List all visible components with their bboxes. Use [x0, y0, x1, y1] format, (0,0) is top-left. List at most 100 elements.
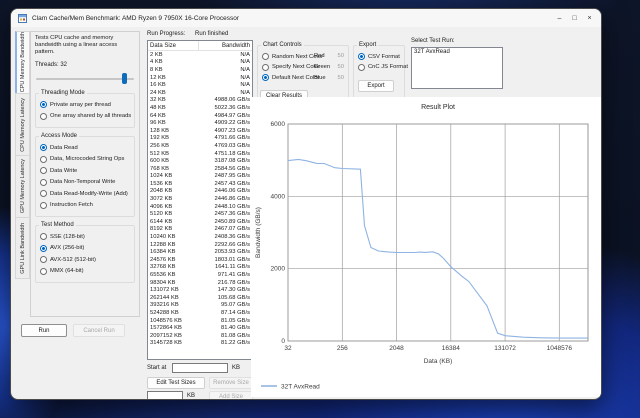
radio-icon[interactable] — [40, 202, 47, 209]
table-row[interactable]: 16 KBN/A — [148, 81, 252, 89]
export-button[interactable]: Export — [358, 80, 394, 92]
threading-mode-option-one-array-shared-by-all-threads[interactable]: One array shared by all threads — [40, 113, 131, 120]
tab-gpu-link-bandwidth[interactable]: GPU Link Bandwidth — [15, 217, 30, 279]
access-mode-option-data-microcoded-string-ops[interactable]: Data, Microcoded String Ops — [40, 156, 131, 163]
table-row[interactable]: 12288 KB2292.66 GB/s — [148, 241, 252, 249]
results-table[interactable]: Data Size Bandwidth 2 KBN/A4 KBN/A8 KBN/… — [147, 40, 253, 360]
table-row[interactable]: 256 KB4769.03 GB/s — [148, 142, 252, 150]
access-mode-option-data-non-temporal-write[interactable]: Data Non-Temporal Write — [40, 179, 131, 186]
tab-cpu-memory-latency[interactable]: CPU Memory Latency — [15, 93, 30, 155]
table-row[interactable]: 393216 KB95.07 GB/s — [148, 302, 252, 310]
col-bandwidth[interactable]: Bandwidth — [198, 41, 252, 50]
table-row[interactable]: 8 KBN/A — [148, 66, 252, 74]
radio-selected-icon[interactable] — [40, 245, 47, 252]
table-row[interactable]: 3145728 KB81.22 GB/s — [148, 340, 252, 348]
color-value[interactable]: 50 — [332, 75, 344, 81]
table-row[interactable]: 64 KB4984.97 GB/s — [148, 112, 252, 120]
add-size-button[interactable]: Add Size — [209, 391, 253, 400]
test-method-option-sse-128-bit-[interactable]: SSE (128-bit) — [40, 233, 131, 240]
radio-icon[interactable] — [40, 256, 47, 263]
access-mode-option-instruction-fetch[interactable]: Instruction Fetch — [40, 202, 131, 209]
threading-mode-option-private-array-per-thread[interactable]: Private array per thread — [40, 101, 131, 108]
table-row[interactable]: 600 KB3187.08 GB/s — [148, 157, 252, 165]
table-row[interactable]: 192 KB4791.66 GB/s — [148, 135, 252, 143]
table-row[interactable]: 4096 KB2448.10 GB/s — [148, 203, 252, 211]
radio-icon[interactable] — [40, 167, 47, 174]
table-row[interactable]: 96 KB4909.22 GB/s — [148, 119, 252, 127]
radio-icon[interactable] — [40, 190, 47, 197]
access-mode-option-data-write[interactable]: Data Write — [40, 167, 131, 174]
start-at-input[interactable] — [172, 363, 228, 373]
remove-size-button[interactable]: Remove Size — [209, 377, 253, 389]
cell-data-size: 8 KB — [148, 67, 198, 73]
radio-selected-icon[interactable] — [40, 101, 47, 108]
table-row[interactable]: 32768 KB1641.11 GB/s — [148, 264, 252, 272]
table-row[interactable]: 1572864 KB81.40 GB/s — [148, 324, 252, 332]
table-row[interactable]: 1024 KB2487.95 GB/s — [148, 173, 252, 181]
col-data-size[interactable]: Data Size — [148, 43, 198, 49]
export-format-option-cnc-js-format[interactable]: CnC JS Format — [358, 64, 401, 71]
radio-icon[interactable] — [262, 64, 269, 71]
radio-icon[interactable] — [40, 113, 47, 120]
add-size-input[interactable] — [147, 391, 183, 400]
table-row[interactable]: 8192 KB2467.07 GB/s — [148, 226, 252, 234]
table-row[interactable]: 768 KB2584.56 GB/s — [148, 165, 252, 173]
test-run-item[interactable]: 32T AvxRead — [412, 48, 502, 56]
table-row[interactable]: 32 KB4988.06 GB/s — [148, 97, 252, 105]
radio-icon[interactable] — [40, 233, 47, 240]
test-method-option-mmx-64-bit-[interactable]: MMX (64-bit) — [40, 268, 131, 275]
cell-data-size: 64 KB — [148, 113, 198, 119]
radio-icon[interactable] — [358, 64, 365, 71]
table-row[interactable]: 65536 KB971.41 GB/s — [148, 271, 252, 279]
table-row[interactable]: 16384 KB2053.93 GB/s — [148, 248, 252, 256]
table-row[interactable]: 131072 KB147.30 GB/s — [148, 286, 252, 294]
color-value[interactable]: 50 — [332, 53, 344, 59]
table-row[interactable]: 10240 KB2408.36 GB/s — [148, 233, 252, 241]
maximize-icon[interactable]: □ — [567, 11, 582, 25]
table-row[interactable]: 2048 KB2446.06 GB/s — [148, 188, 252, 196]
test-run-listbox[interactable]: 32T AvxRead — [411, 47, 503, 89]
minimize-icon[interactable]: – — [552, 11, 567, 25]
radio-icon[interactable] — [40, 156, 47, 163]
test-method-option-avx-512-512-bit-[interactable]: AVX-512 (512-bit) — [40, 256, 131, 263]
table-row[interactable]: 5120 KB2457.36 GB/s — [148, 210, 252, 218]
table-row[interactable]: 3072 KB2446.86 GB/s — [148, 195, 252, 203]
close-icon[interactable]: × — [582, 11, 597, 25]
table-row[interactable]: 128 KB4907.23 GB/s — [148, 127, 252, 135]
table-row[interactable]: 2097152 KB81.08 GB/s — [148, 332, 252, 340]
table-row[interactable]: 6144 KB2450.89 GB/s — [148, 218, 252, 226]
table-row[interactable]: 512 KB4751.18 GB/s — [148, 150, 252, 158]
radio-selected-icon[interactable] — [262, 74, 269, 81]
cancel-run-button[interactable]: Cancel Run — [73, 324, 125, 337]
run-button[interactable]: Run — [21, 324, 67, 337]
table-row[interactable]: 24576 KB1803.01 GB/s — [148, 256, 252, 264]
table-row[interactable]: 262144 KB105.68 GB/s — [148, 294, 252, 302]
slider-thumb[interactable] — [122, 73, 127, 84]
table-row[interactable]: 98304 KB216.78 GB/s — [148, 279, 252, 287]
table-row[interactable]: 2 KBN/A — [148, 51, 252, 59]
radio-icon[interactable] — [40, 179, 47, 186]
tab-cpu-memory-bandwidth[interactable]: CPU Memory Bandwidth — [15, 31, 30, 93]
results-table-header[interactable]: Data Size Bandwidth — [148, 41, 252, 51]
cell-data-size: 262144 KB — [148, 295, 198, 301]
table-row[interactable]: 24 KBN/A — [148, 89, 252, 97]
tab-gpu-memory-latency[interactable]: GPU Memory Latency — [15, 155, 30, 217]
radio-selected-icon[interactable] — [40, 144, 47, 151]
radio-icon[interactable] — [262, 53, 269, 60]
table-row[interactable]: 1536 KB2457.43 GB/s — [148, 180, 252, 188]
access-mode-option-data-read-modify-write-add-[interactable]: Data Read-Modify-Write (Add) — [40, 190, 131, 197]
table-row[interactable]: 524288 KB87.14 GB/s — [148, 309, 252, 317]
title-bar[interactable]: Clam Cache/Mem Benchmark: AMD Ryzen 9 79… — [11, 9, 601, 27]
edit-test-sizes-button[interactable]: Edit Test Sizes — [147, 377, 205, 389]
table-row[interactable]: 1048576 KB81.05 GB/s — [148, 317, 252, 325]
export-format-option-csv-format[interactable]: CSV Format — [358, 53, 401, 60]
table-row[interactable]: 48 KB5022.36 GB/s — [148, 104, 252, 112]
radio-icon[interactable] — [40, 268, 47, 275]
test-method-option-avx-256-bit-[interactable]: AVX (256-bit) — [40, 245, 131, 252]
radio-selected-icon[interactable] — [358, 53, 365, 60]
table-row[interactable]: 4 KBN/A — [148, 59, 252, 67]
access-mode-option-data-read[interactable]: Data Read — [40, 144, 131, 151]
table-row[interactable]: 12 KBN/A — [148, 74, 252, 82]
color-value[interactable]: 50 — [332, 64, 344, 70]
threads-slider[interactable] — [36, 73, 134, 85]
